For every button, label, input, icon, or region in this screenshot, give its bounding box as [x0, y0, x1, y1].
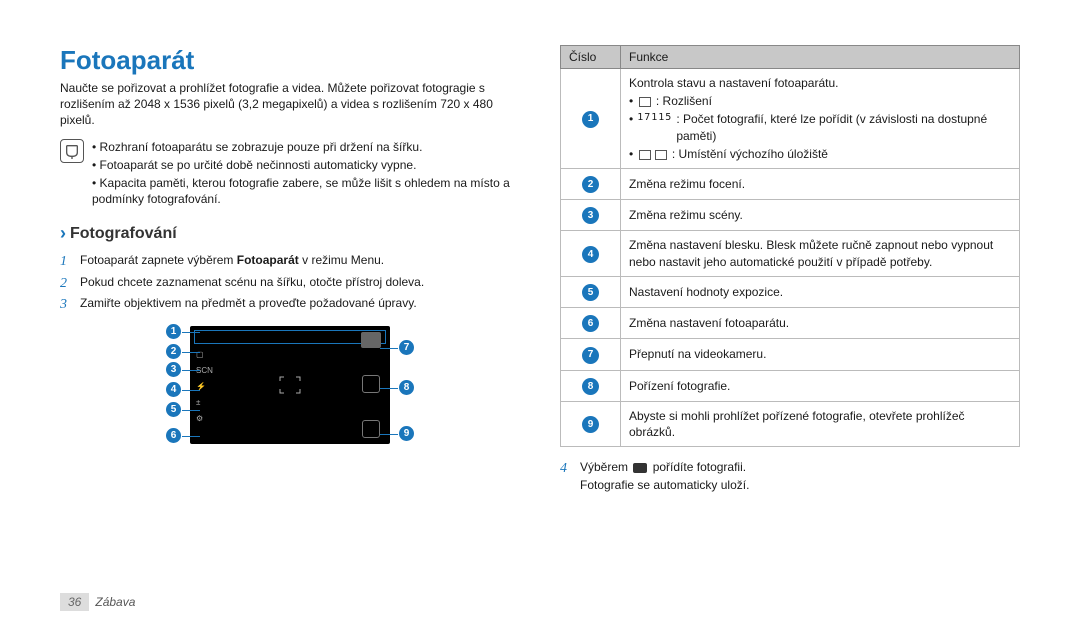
callout-circle: 4 — [582, 246, 599, 263]
step-item: 1 Fotoaparát zapnete výběrem Fotoaparát … — [60, 252, 520, 269]
callout-lead — [182, 332, 200, 333]
step-item: 2 Pokud chcete zaznamenat scénu na šířku… — [60, 274, 520, 291]
diagram-left-icons: ▢SCN⚡±⚙ — [196, 350, 213, 423]
note-item: Rozhraní fotoaparátu se zobrazuje pouze … — [92, 139, 520, 155]
row-desc-text: Kontrola stavu a nastavení fotoaparátu. — [629, 75, 1011, 91]
storage-icon — [655, 150, 667, 160]
storage-icon — [639, 150, 651, 160]
th-function: Funkce — [621, 46, 1020, 69]
step-num: 3 — [60, 295, 67, 315]
callout-lead — [380, 388, 398, 389]
note-item: Kapacita paměti, kterou fotografie zaber… — [92, 175, 520, 207]
row-desc: Abyste si mohli prohlížet pořízené fotog… — [621, 401, 1020, 446]
callout-circle: 3 — [582, 207, 599, 224]
row-num: 6 — [561, 308, 621, 339]
row-desc: Změna režimu scény. — [621, 200, 1020, 231]
row-desc: Nastavení hodnoty expozice. — [621, 276, 1020, 307]
step-text: Výběrem — [580, 460, 631, 474]
note-block: Rozhraní fotoaparátu se zobrazuje pouze … — [60, 139, 520, 210]
step-text: Pokud chcete zaznamenat scénu na šířku, … — [80, 275, 424, 289]
step-text: pořídíte fotografii. — [653, 460, 746, 474]
callout-lead — [380, 434, 398, 435]
callout: 9 — [399, 426, 414, 441]
row-num: 9 — [561, 401, 621, 446]
row-num: 7 — [561, 339, 621, 370]
callout-circle: 5 — [582, 284, 599, 301]
chevron-icon: › — [60, 223, 66, 244]
callout: 5 — [166, 402, 181, 417]
row-desc: Kontrola stavu a nastavení fotoaparátu. … — [621, 69, 1020, 169]
page-number: 36 — [60, 593, 89, 611]
sub-bullet: : Rozlišení — [629, 93, 1011, 109]
viewfinder: ▢SCN⚡±⚙ — [190, 326, 390, 444]
callout: 4 — [166, 382, 181, 397]
note-list: Rozhraní fotoaparátu se zobrazuje pouze … — [92, 139, 520, 210]
page-footer: 36 Zábava — [60, 593, 135, 611]
intro-text: Naučte se pořizovat a prohlížet fotograf… — [60, 80, 520, 129]
step-num: 4 — [560, 459, 567, 479]
row-num: 2 — [561, 168, 621, 199]
focus-brackets — [279, 376, 301, 394]
step-bold: Fotoaparát — [237, 253, 299, 267]
step-num: 2 — [60, 274, 67, 294]
row-num: 8 — [561, 370, 621, 401]
callout-circle: 7 — [582, 347, 599, 364]
callout-lead — [182, 390, 200, 391]
callout: 1 — [166, 324, 181, 339]
callout: 2 — [166, 344, 181, 359]
callout: 8 — [399, 380, 414, 395]
function-table: Číslo Funkce 1 Kontrola stavu a nastaven… — [560, 45, 1020, 447]
sub-heading: › Fotografování — [60, 223, 520, 244]
callout-circle: 2 — [582, 176, 599, 193]
steps-list: 1 Fotoaparát zapnete výběrem Fotoaparát … — [60, 252, 520, 312]
callout: 6 — [166, 428, 181, 443]
row-desc: Změna nastavení fotoaparátu. — [621, 308, 1020, 339]
step-text: v režimu Menu. — [299, 253, 384, 267]
callout-lead — [380, 348, 398, 349]
note-icon — [60, 139, 84, 163]
sub-text: : Rozlišení — [653, 94, 712, 108]
callout-lead — [182, 370, 200, 371]
row-desc: Změna nastavení blesku. Blesk můžete ruč… — [621, 231, 1020, 276]
callout-lead — [182, 352, 200, 353]
row-desc: Přepnutí na videokameru. — [621, 339, 1020, 370]
callout-lead — [182, 410, 200, 411]
step-text: Fotoaparát zapnete výběrem — [80, 253, 237, 267]
row-desc: Změna režimu focení. — [621, 168, 1020, 199]
sub-bullets: : Rozlišení 17115 : Počet fotografií, kt… — [629, 93, 1011, 162]
camera-diagram: ▢SCN⚡±⚙ 1 2 3 4 5 6 7 8 9 — [170, 326, 410, 444]
callout-circle: 6 — [582, 315, 599, 332]
count-value: 17115 — [637, 111, 672, 125]
callout: 7 — [399, 340, 414, 355]
callout-lead — [182, 436, 200, 437]
row-num: 5 — [561, 276, 621, 307]
step-num: 1 — [60, 252, 67, 272]
callout-circle: 1 — [582, 111, 599, 128]
row-desc: Pořízení fotografie. — [621, 370, 1020, 401]
step-text: Fotografie se automaticky uloží. — [580, 478, 749, 492]
step-item: 3 Zamiřte objektivem na předmět a proveď… — [60, 295, 520, 312]
page-section: Zábava — [95, 595, 135, 609]
resolution-icon — [639, 97, 651, 107]
sub-bullet: 17115 : Počet fotografií, které lze poří… — [629, 111, 1011, 143]
row-num: 3 — [561, 200, 621, 231]
sub-text: : Umístění výchozího úložiště — [669, 147, 828, 161]
sub-heading-label: Fotografování — [70, 225, 177, 243]
th-number: Číslo — [561, 46, 621, 69]
page-heading: Fotoaparát — [60, 45, 520, 76]
camera-icon — [633, 463, 647, 473]
callout-circle: 8 — [582, 378, 599, 395]
step-text: Zamiřte objektivem na předmět a proveďte… — [80, 296, 417, 310]
callout-circle: 9 — [582, 416, 599, 433]
note-item: Fotoaparát se po určité době nečinnosti … — [92, 157, 520, 173]
sub-text: : Počet fotografií, které lze pořídit (v… — [676, 111, 1011, 143]
row-num: 1 — [561, 69, 621, 169]
sub-bullet: : Umístění výchozího úložiště — [629, 146, 1011, 162]
row-num: 4 — [561, 231, 621, 276]
callout: 3 — [166, 362, 181, 377]
step-item: 4 Výběrem pořídíte fotografii. Fotografi… — [560, 459, 1020, 494]
